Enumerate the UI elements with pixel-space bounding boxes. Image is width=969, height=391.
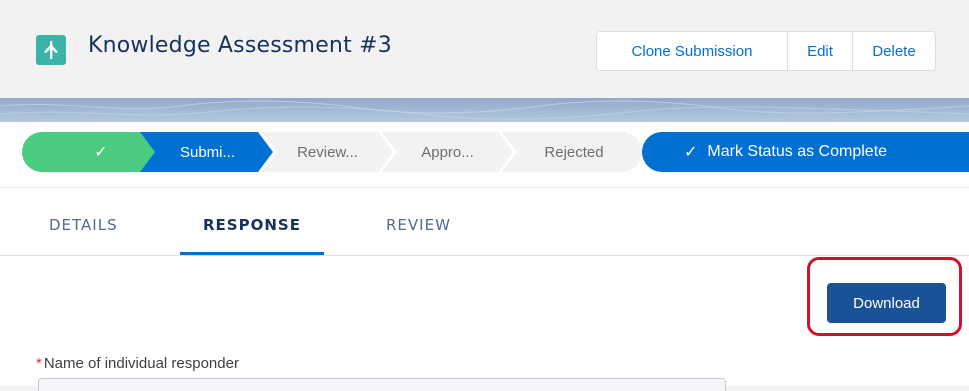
path-stage-review[interactable]: Review... <box>275 132 380 172</box>
tab-review[interactable]: REVIEW <box>386 216 451 234</box>
record-header: Knowledge Assessment #3 Clone Submission… <box>0 0 969 99</box>
path-stage-approved[interactable]: Appro... <box>395 132 500 172</box>
tab-details[interactable]: DETAILS <box>49 216 118 234</box>
header-banner <box>0 98 969 122</box>
path-stage-rejected[interactable]: Rejected <box>515 132 633 172</box>
mark-status-complete-button[interactable]: ✓ Mark Status as Complete <box>642 132 969 172</box>
page-title: Knowledge Assessment #3 <box>88 33 392 58</box>
delete-button[interactable]: Delete <box>853 32 935 70</box>
checkmark-icon: ✓ <box>684 144 698 161</box>
responder-name-label-text: Name of individual responder <box>43 355 239 372</box>
path-stage-submitted[interactable]: Submi... <box>155 132 260 172</box>
tabs-divider <box>0 255 969 256</box>
knowledge-app-icon <box>36 35 66 65</box>
status-path-bar: ✓ Submi... Review... Appro... Rejected ✓… <box>0 122 969 187</box>
banner-pattern <box>0 100 969 120</box>
knowledge-glyph-icon <box>44 41 58 59</box>
header-action-group: Clone Submission Edit Delete <box>596 31 936 71</box>
tab-response[interactable]: RESPONSE <box>203 216 301 234</box>
download-highlight-annotation <box>807 257 962 336</box>
responder-name-label: * Name of individual responder <box>36 355 239 372</box>
required-marker: * <box>36 355 42 372</box>
mark-status-complete-label: Mark Status as Complete <box>707 143 888 160</box>
active-tab-indicator <box>180 252 324 255</box>
clone-submission-button[interactable]: Clone Submission <box>597 32 788 70</box>
checkmark-icon: ✓ <box>94 144 108 161</box>
record-body: DETAILS RESPONSE REVIEW Download * Name o… <box>0 187 969 391</box>
edit-button[interactable]: Edit <box>788 32 853 70</box>
path-stage-complete[interactable]: ✓ <box>62 132 140 172</box>
